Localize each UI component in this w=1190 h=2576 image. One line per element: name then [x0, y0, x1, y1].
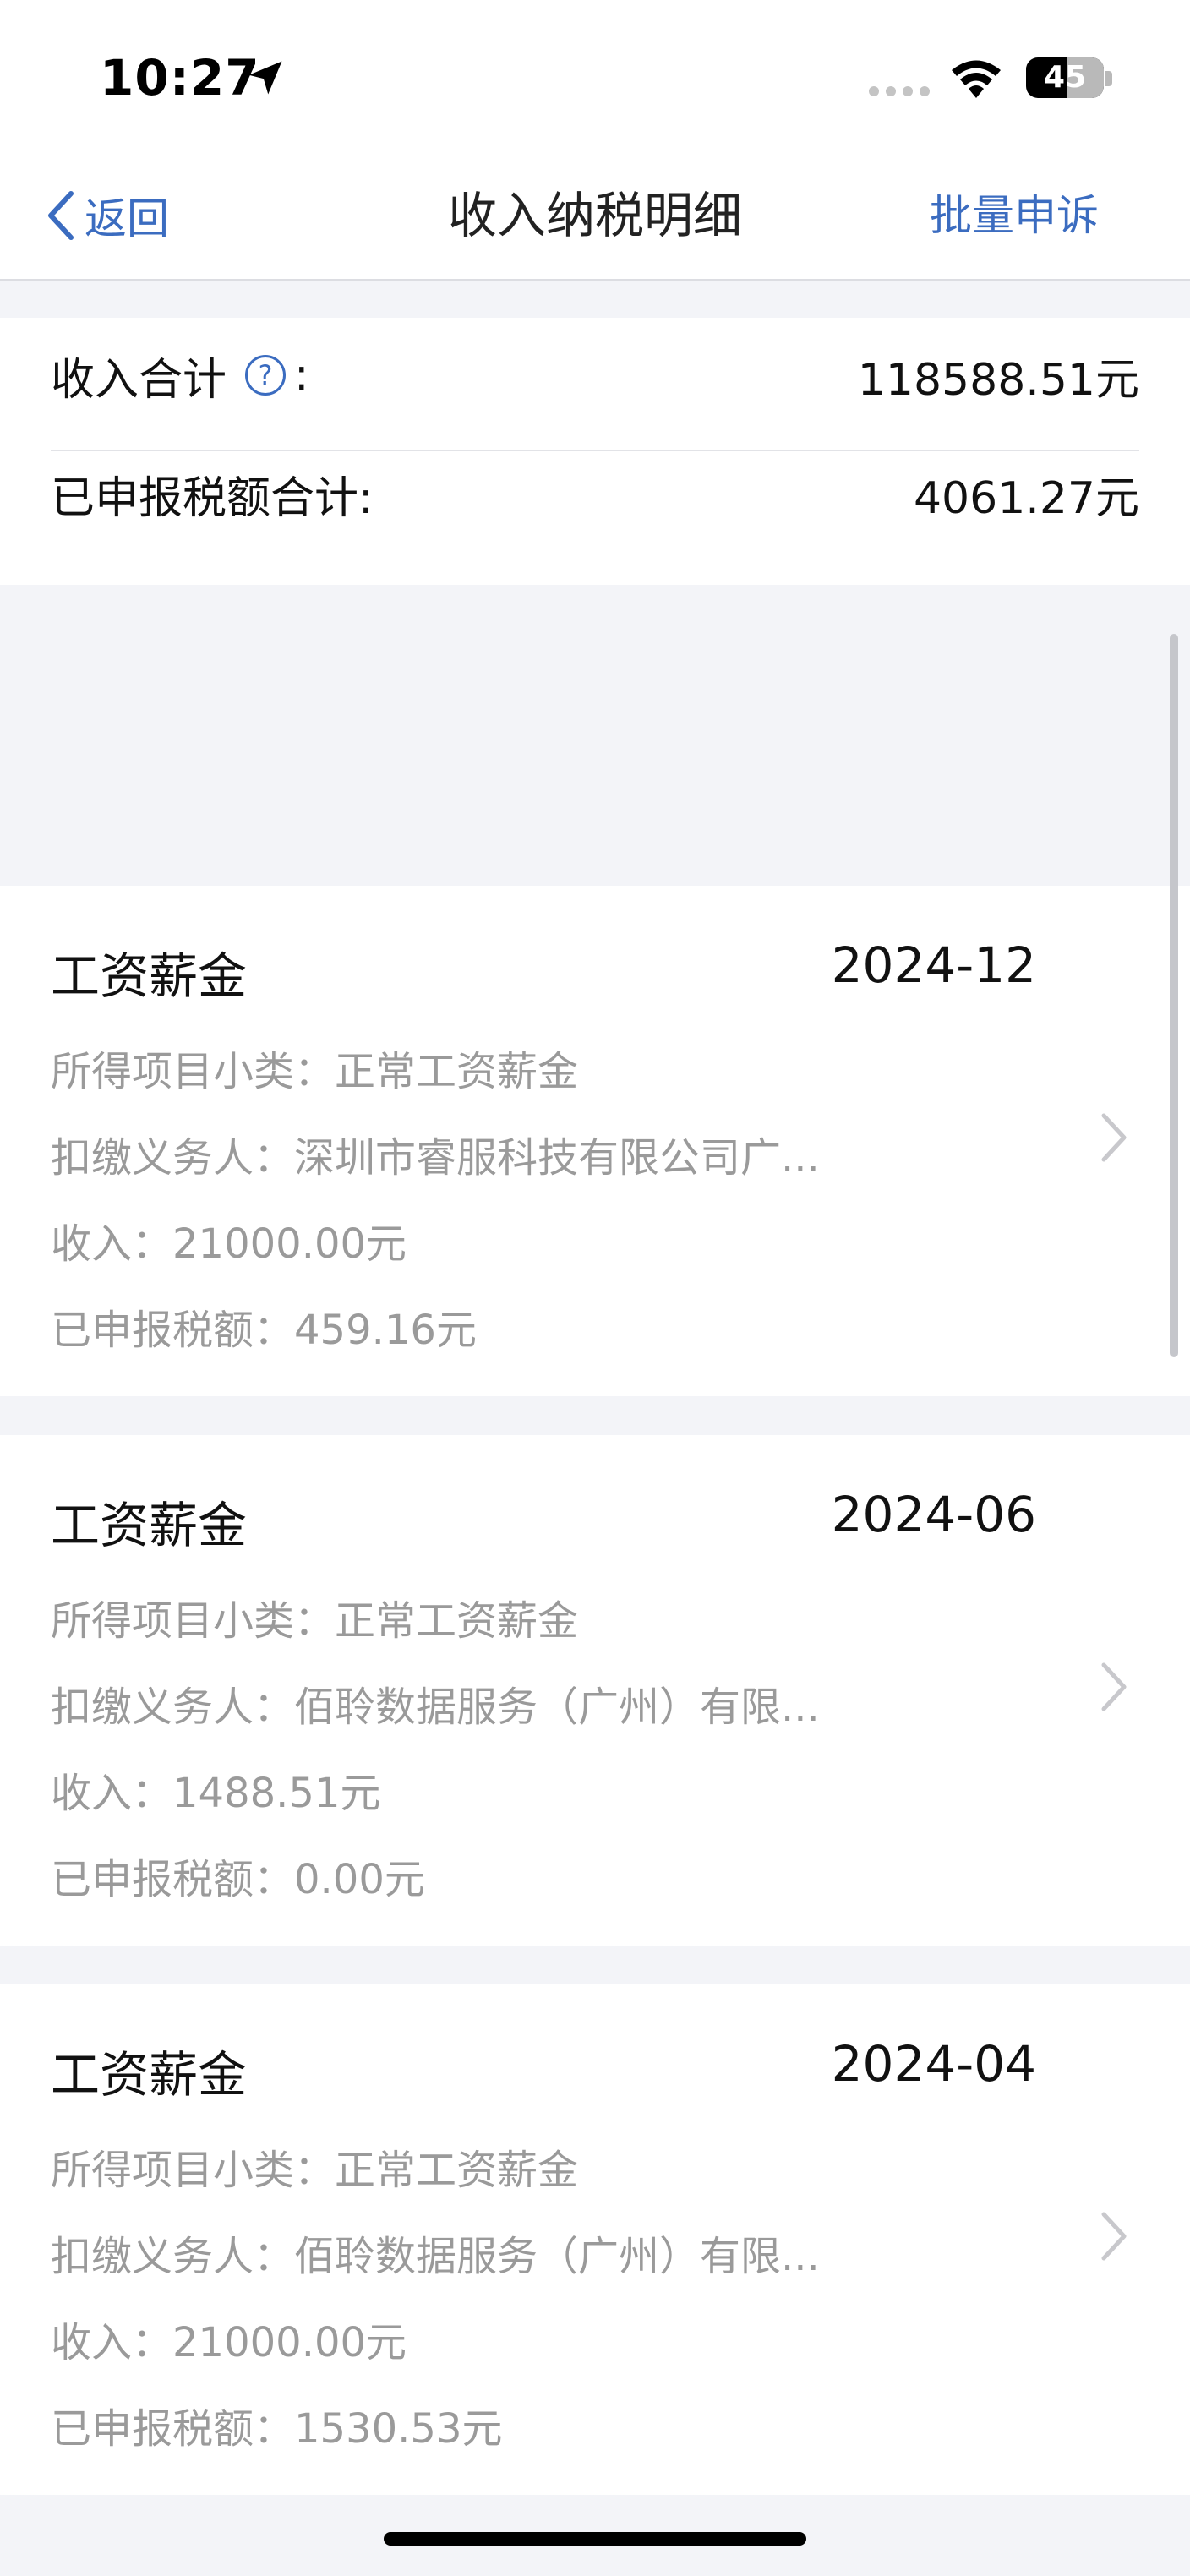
record-tax: 已申报税额：459.16元 [51, 1307, 477, 1354]
nav-bar: 返回 收入纳税明细 批量申诉 [0, 152, 1190, 281]
record-tax: 已申报税额：1530.53元 [51, 2405, 503, 2453]
record-subcategory: 所得项目小类：正常工资薪金 [51, 1048, 579, 1095]
chevron-right-icon [1101, 1662, 1127, 1711]
tax-total-label: 已申报税额合计: [51, 472, 374, 524]
record-type: 工资薪金 [51, 947, 248, 1005]
signal-dots-icon [869, 86, 930, 96]
tax-total-value: 4061.27元 [913, 472, 1139, 524]
location-arrow-icon [248, 61, 282, 95]
tax-total-row: 已申报税额合计: 4061.27元 [51, 436, 1139, 551]
record-type: 工资薪金 [51, 1497, 248, 1554]
record-withholder: 扣缴义务人：佰聆数据服务（广州）有限... [51, 2233, 820, 2280]
wifi-icon [952, 60, 1001, 98]
battery-tip [1105, 71, 1112, 86]
income-record[interactable]: 工资薪金 2024-06 所得项目小类：正常工资薪金 扣缴义务人：佰聆数据服务（… [0, 1435, 1190, 1946]
income-total-label-group: 收入合计 ? : [51, 344, 309, 407]
record-type: 工资薪金 [51, 2046, 248, 2104]
status-bar: 10:27 45 [0, 0, 1190, 152]
chevron-right-icon [1101, 1113, 1127, 1162]
income-total-colon: : [294, 350, 309, 401]
record-withholder: 扣缴义务人：佰聆数据服务（广州）有限... [51, 1684, 820, 1731]
record-income: 收入：21000.00元 [51, 1220, 407, 1268]
record-period: 2024-06 [831, 1486, 1036, 1543]
record-subcategory: 所得项目小类：正常工资薪金 [51, 2147, 579, 2194]
record-income: 收入：21000.00元 [51, 2319, 407, 2366]
record-withholder: 扣缴义务人：深圳市睿服科技有限公司广... [51, 1134, 820, 1182]
income-total-label: 收入合计 [51, 354, 227, 406]
battery-icon: 45 [1026, 57, 1104, 98]
income-total-row: 收入合计 ? : 118588.51元 [51, 318, 1139, 433]
home-indicator[interactable] [384, 2532, 806, 2546]
summary-card: 收入合计 ? : 118588.51元 已申报税额合计: 4061.27元 [0, 318, 1190, 585]
help-icon[interactable]: ? [245, 355, 287, 396]
record-income: 收入：1488.51元 [51, 1770, 381, 1817]
record-subcategory: 所得项目小类：正常工资薪金 [51, 1597, 579, 1645]
income-record[interactable]: 工资薪金 2024-12 所得项目小类：正常工资薪金 扣缴义务人：深圳市睿服科技… [0, 886, 1190, 1396]
record-period: 2024-04 [831, 2035, 1036, 2093]
scrollbar[interactable] [1170, 634, 1178, 1357]
record-period: 2024-12 [831, 936, 1036, 994]
income-record[interactable]: 工资薪金 2024-04 所得项目小类：正常工资薪金 扣缴义务人：佰聆数据服务（… [0, 1984, 1190, 2495]
battery-level: 45 [1043, 60, 1087, 95]
income-total-value: 118588.51元 [857, 354, 1139, 406]
chevron-right-icon [1101, 2212, 1127, 2261]
status-time: 10:27 [100, 49, 260, 106]
record-tax: 已申报税额：0.00元 [51, 1856, 425, 1903]
batch-appeal-button[interactable]: 批量申诉 [930, 177, 1099, 254]
